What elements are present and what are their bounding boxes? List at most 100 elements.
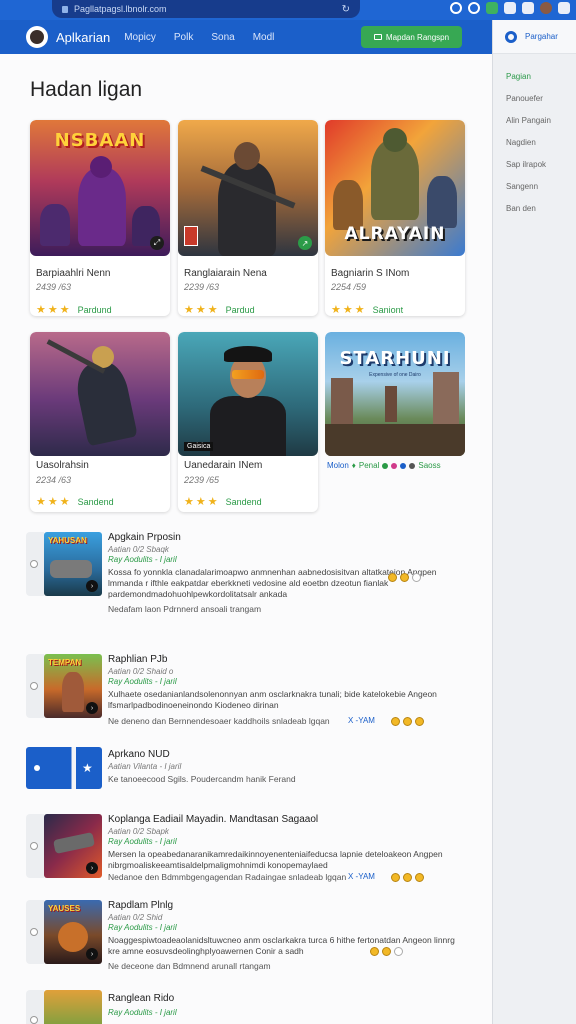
emoji-icon[interactable] — [415, 873, 424, 882]
sidebar-item[interactable]: Sangenn — [506, 176, 576, 198]
emoji-icon[interactable] — [391, 717, 400, 726]
game-thumbnail[interactable] — [44, 990, 102, 1024]
emoji-icon[interactable] — [412, 573, 421, 582]
rating-label: Saniont — [372, 304, 404, 315]
reaction-icons — [391, 717, 424, 726]
reload-icon[interactable]: ↻ — [342, 4, 350, 15]
play-icon[interactable]: › — [86, 702, 98, 714]
rating: ★ ★ ★ Pardund — [36, 303, 112, 316]
emoji-icon[interactable] — [391, 873, 400, 882]
emoji-icon[interactable] — [394, 947, 403, 956]
game-card[interactable]: ALRAYAIN Bagniarin S INom 2254 /59 ★ ★ ★ S… — [325, 120, 465, 316]
game-card[interactable]: Uasolrahsin 2234 /63 ★ ★ ★ Sandend — [30, 332, 170, 512]
list-item[interactable]: YAUSES › Rapdlam Plnlg Aatian 0/2 Shid R… — [26, 900, 466, 972]
select-radio[interactable] — [30, 842, 38, 850]
profile-icon[interactable] — [540, 2, 552, 14]
item-title[interactable]: Koplanga Eadiail Mayadin. Mandtasan Saga… — [108, 814, 318, 825]
menu-icon[interactable] — [558, 2, 570, 14]
game-thumbnail[interactable]: ★ — [26, 747, 102, 789]
character-head — [90, 156, 112, 178]
cover-title: ALRAYAIN — [344, 224, 446, 244]
extension-icon[interactable] — [468, 2, 480, 14]
soldier-figure — [333, 180, 363, 230]
emoji-icon[interactable] — [370, 947, 379, 956]
sidebar-item[interactable]: Alin Pangain — [506, 110, 576, 132]
sunglasses-shape — [232, 370, 264, 379]
list-item[interactable]: TEMPAN › Raphlian PJb Aatian 0/2 Shaid o… — [26, 654, 466, 726]
item-title[interactable]: Aprkano NUD — [108, 749, 170, 760]
item-footer: Nedafam laon Pdrnnerd ansoali trangam — [108, 604, 262, 614]
sidebar-title: Pargahar — [525, 32, 558, 41]
game-card[interactable]: STARHUNI Expensive of one Dairo Molon ♦ … — [325, 332, 465, 482]
item-title[interactable]: Raphlian PJb — [108, 654, 167, 665]
play-icon[interactable]: › — [86, 862, 98, 874]
game-thumbnail[interactable]: YAHUSAN › — [44, 532, 102, 596]
item-meta: Aatian 0/2 Sbapk — [108, 827, 169, 836]
game-cover[interactable]: STARHUNI Expensive of one Dairo — [325, 332, 465, 456]
thumb-title: TEMPAN — [48, 658, 82, 667]
nav-link[interactable]: Sona — [211, 32, 234, 43]
header-cta-button[interactable]: Mapdan Rangspn — [361, 26, 462, 48]
star-icon: ★ — [184, 496, 194, 508]
select-radio[interactable] — [30, 1016, 38, 1024]
item-title[interactable]: Apgkain Prposin — [108, 532, 181, 543]
emoji-icon[interactable] — [400, 573, 409, 582]
star-icon: ★ — [47, 304, 58, 316]
brand-name[interactable]: Aplkarian — [56, 30, 110, 45]
sheets-icon[interactable] — [486, 2, 498, 14]
sidebar-item[interactable]: Ban den — [506, 198, 576, 220]
game-thumbnail[interactable]: TEMPAN › — [44, 654, 102, 718]
nav-link[interactable]: Polk — [174, 32, 193, 43]
emoji-icon[interactable] — [403, 717, 412, 726]
list-item[interactable]: ★ Aprkano NUD Aatian Vilanta - I jaril K… — [26, 747, 466, 791]
logo-badge — [184, 226, 198, 246]
address-bar[interactable]: Pagllatpagsl.lbnolr.com ↻ — [52, 0, 360, 18]
rating-label: Sandend — [77, 496, 114, 507]
sidebar-header[interactable]: Pargahar — [493, 20, 576, 54]
game-card[interactable]: ↗ Ranglaiarain Nena 2239 /63 ★ ★ ★ Pardud — [178, 120, 318, 316]
game-cover[interactable]: ALRAYAIN — [325, 120, 465, 256]
meta-label: Molon — [327, 461, 349, 470]
download-icon[interactable] — [522, 2, 534, 14]
game-cover[interactable]: ↗ — [178, 120, 318, 256]
emoji-icon[interactable] — [403, 873, 412, 882]
item-meta: Aatian 0/2 Shid — [108, 913, 163, 922]
play-icon[interactable]: › — [86, 580, 98, 592]
star-badge-icon: ★ — [82, 761, 93, 775]
url-text[interactable]: Pagllatpagsl.lbnolr.com — [74, 4, 342, 14]
item-title[interactable]: Rapdlam Plnlg — [108, 900, 173, 911]
game-card[interactable]: Gaisica Uanedarain INem 2239 /65 ★ ★ ★ San… — [178, 332, 318, 512]
list-item[interactable]: Ranglean Rido Ray Aodulits - I jaril — [26, 990, 466, 1024]
screen-icon — [373, 34, 382, 40]
select-radio[interactable] — [30, 560, 38, 568]
game-name: Bagniarin S INom — [331, 268, 410, 279]
emoji-icon[interactable] — [388, 573, 397, 582]
select-radio[interactable] — [30, 682, 38, 690]
list-item[interactable]: › Koplanga Eadiail Mayadin. Mandtasan Sa… — [26, 814, 466, 886]
game-cover[interactable]: Gaisica — [178, 332, 318, 456]
list-item[interactable]: YAHUSAN › Apgkain Prposin Aatian 0/2 Sba… — [26, 532, 466, 614]
game-thumbnail[interactable]: YAUSES › — [44, 900, 102, 964]
game-thumbnail[interactable]: › — [44, 814, 102, 878]
game-cover[interactable] — [30, 332, 170, 456]
play-icon[interactable]: › — [86, 948, 98, 960]
sidebar-item[interactable]: Nagdien — [506, 132, 576, 154]
sidebar-item[interactable]: Pagian — [506, 66, 576, 88]
sidebar-item[interactable]: Panouefer — [506, 88, 576, 110]
nav-link[interactable]: Modl — [253, 32, 275, 43]
emoji-icon[interactable] — [415, 717, 424, 726]
app-logo[interactable] — [26, 26, 48, 48]
select-radio[interactable] — [30, 928, 38, 936]
bookmark-icon[interactable] — [504, 2, 516, 14]
item-title[interactable]: Ranglean Rido — [108, 993, 174, 1004]
game-card[interactable]: NSBAAN ⤢ Barpiaahlri Nenn 2439 /63 ★ ★ ★ P… — [30, 120, 170, 316]
game-controller-icon[interactable]: ⤢ — [150, 236, 164, 250]
cap-shape — [224, 346, 272, 362]
emoji-icon[interactable] — [382, 947, 391, 956]
nav-link[interactable]: Mopicy — [124, 32, 156, 43]
game-cover[interactable]: NSBAAN ⤢ — [30, 120, 170, 256]
cover-title: NSBAAN — [54, 130, 146, 151]
play-icon[interactable]: ↗ — [298, 236, 312, 250]
extension-icon[interactable] — [450, 2, 462, 14]
sidebar-item[interactable]: Sap ilrapok — [506, 154, 576, 176]
